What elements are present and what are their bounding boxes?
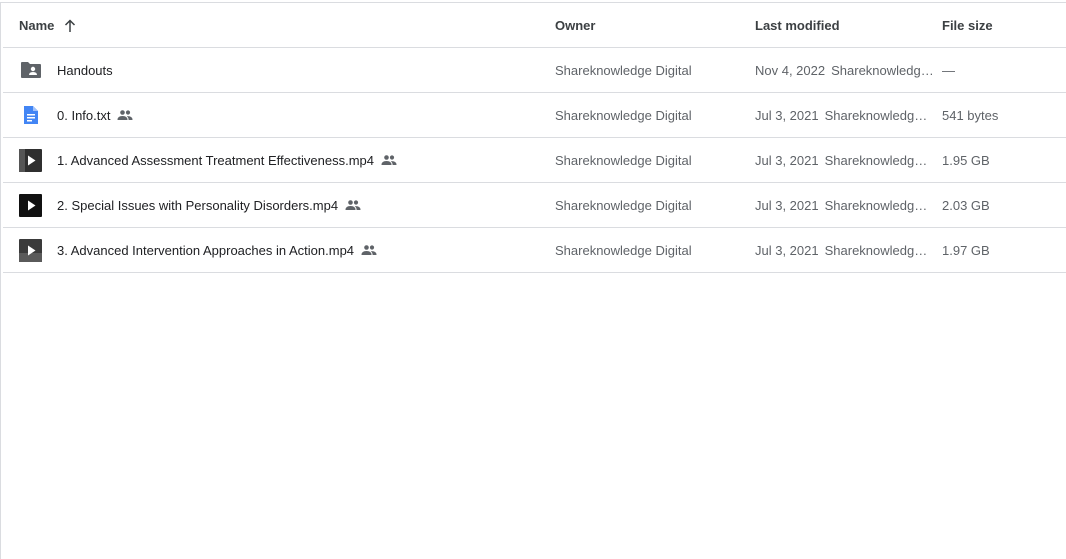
shared-people-icon: [381, 152, 397, 168]
file-name-cell[interactable]: 0. Info.txt: [19, 93, 539, 137]
file-name-cell[interactable]: 1. Advanced Assessment Treatment Effecti…: [19, 138, 539, 182]
modified-date: Jul 3, 2021: [755, 197, 819, 213]
owner-name: Shareknowledge Digital: [555, 242, 692, 258]
file-size: 1.95 GB: [942, 152, 990, 168]
owner-cell: Shareknowledge Digital: [555, 183, 745, 227]
video-thumbnail-icon: [19, 238, 42, 262]
file-size-cell: 541 bytes: [942, 93, 1062, 137]
table-row[interactable]: 2. Special Issues with Personality Disor…: [3, 183, 1066, 228]
file-list-header: Name Owner Last modified File size: [3, 3, 1066, 48]
table-row[interactable]: Handouts Shareknowledge Digital Nov 4, 2…: [3, 48, 1066, 93]
owner-cell: Shareknowledge Digital: [555, 48, 745, 92]
file-size-cell: —: [942, 48, 1062, 92]
last-modified-cell: Jul 3, 2021 Shareknowledge Digital: [755, 93, 935, 137]
file-name: Handouts: [57, 62, 113, 78]
owner-name: Shareknowledge Digital: [555, 107, 692, 123]
document-icon: [19, 104, 42, 127]
file-size: 541 bytes: [942, 107, 999, 123]
modified-date: Jul 3, 2021: [755, 107, 819, 123]
name-column-header[interactable]: Name: [19, 3, 77, 48]
file-name-cell[interactable]: Handouts: [19, 48, 539, 92]
file-name: 2. Special Issues with Personality Disor…: [57, 197, 339, 213]
owner-name: Shareknowledge Digital: [555, 197, 692, 213]
shared-people-icon: [117, 107, 133, 123]
file-size-cell: 1.97 GB: [942, 228, 1062, 272]
modified-date: Jul 3, 2021: [755, 152, 819, 168]
file-name: 3. Advanced Intervention Approaches in A…: [57, 242, 355, 258]
owner-name: Shareknowledge Digital: [555, 152, 692, 168]
file-size: 2.03 GB: [942, 197, 990, 213]
modified-date: Jul 3, 2021: [755, 242, 819, 258]
owner-cell: Shareknowledge Digital: [555, 138, 745, 182]
file-size: —: [942, 62, 955, 78]
modified-date: Nov 4, 2022: [755, 62, 826, 78]
file-name: 1. Advanced Assessment Treatment Effecti…: [57, 152, 374, 168]
arrow-up-icon[interactable]: [63, 18, 77, 33]
modified-by: Shareknowledge Digital: [824, 152, 933, 168]
table-row[interactable]: 1. Advanced Assessment Treatment Effecti…: [3, 138, 1066, 183]
file-size: 1.97 GB: [942, 242, 990, 258]
last-modified-header-label: Last modified: [755, 18, 840, 33]
modified-by: Shareknowledge Digital: [824, 242, 933, 258]
owner-header-label: Owner: [555, 18, 596, 33]
last-modified-cell: Nov 4, 2022 Shareknowledge Digital: [755, 48, 935, 92]
shared-people-icon: [345, 197, 361, 213]
file-size-header-label: File size: [942, 18, 993, 33]
modified-by: Shareknowledge Digital: [824, 197, 933, 213]
file-name-cell[interactable]: 3. Advanced Intervention Approaches in A…: [19, 228, 539, 272]
file-size-cell: 1.95 GB: [942, 138, 1062, 182]
file-size-column-header[interactable]: File size: [942, 3, 993, 48]
video-thumbnail-icon: [19, 148, 42, 172]
modified-by: Shareknowledge Digital: [831, 62, 935, 78]
table-row[interactable]: 0. Info.txt Shareknowledge Digital Jul 3…: [3, 93, 1066, 138]
modified-by: Shareknowledge Digital: [824, 107, 933, 123]
file-size-cell: 2.03 GB: [942, 183, 1062, 227]
table-row[interactable]: 3. Advanced Intervention Approaches in A…: [3, 228, 1066, 273]
owner-cell: Shareknowledge Digital: [555, 228, 745, 272]
owner-column-header[interactable]: Owner: [555, 3, 595, 48]
last-modified-cell: Jul 3, 2021 Shareknowledge Digital: [755, 228, 935, 272]
last-modified-cell: Jul 3, 2021 Shareknowledge Digital: [755, 138, 935, 182]
shared-folder-icon: [19, 59, 42, 82]
last-modified-cell: Jul 3, 2021 Shareknowledge Digital: [755, 183, 935, 227]
last-modified-column-header[interactable]: Last modified: [755, 3, 840, 48]
name-header-label: Name: [19, 18, 55, 33]
video-thumbnail-icon: [19, 193, 42, 217]
file-name: 0. Info.txt: [57, 107, 111, 123]
shared-people-icon: [361, 242, 377, 258]
owner-name: Shareknowledge Digital: [555, 62, 692, 78]
owner-cell: Shareknowledge Digital: [555, 93, 745, 137]
file-name-cell[interactable]: 2. Special Issues with Personality Disor…: [19, 183, 539, 227]
